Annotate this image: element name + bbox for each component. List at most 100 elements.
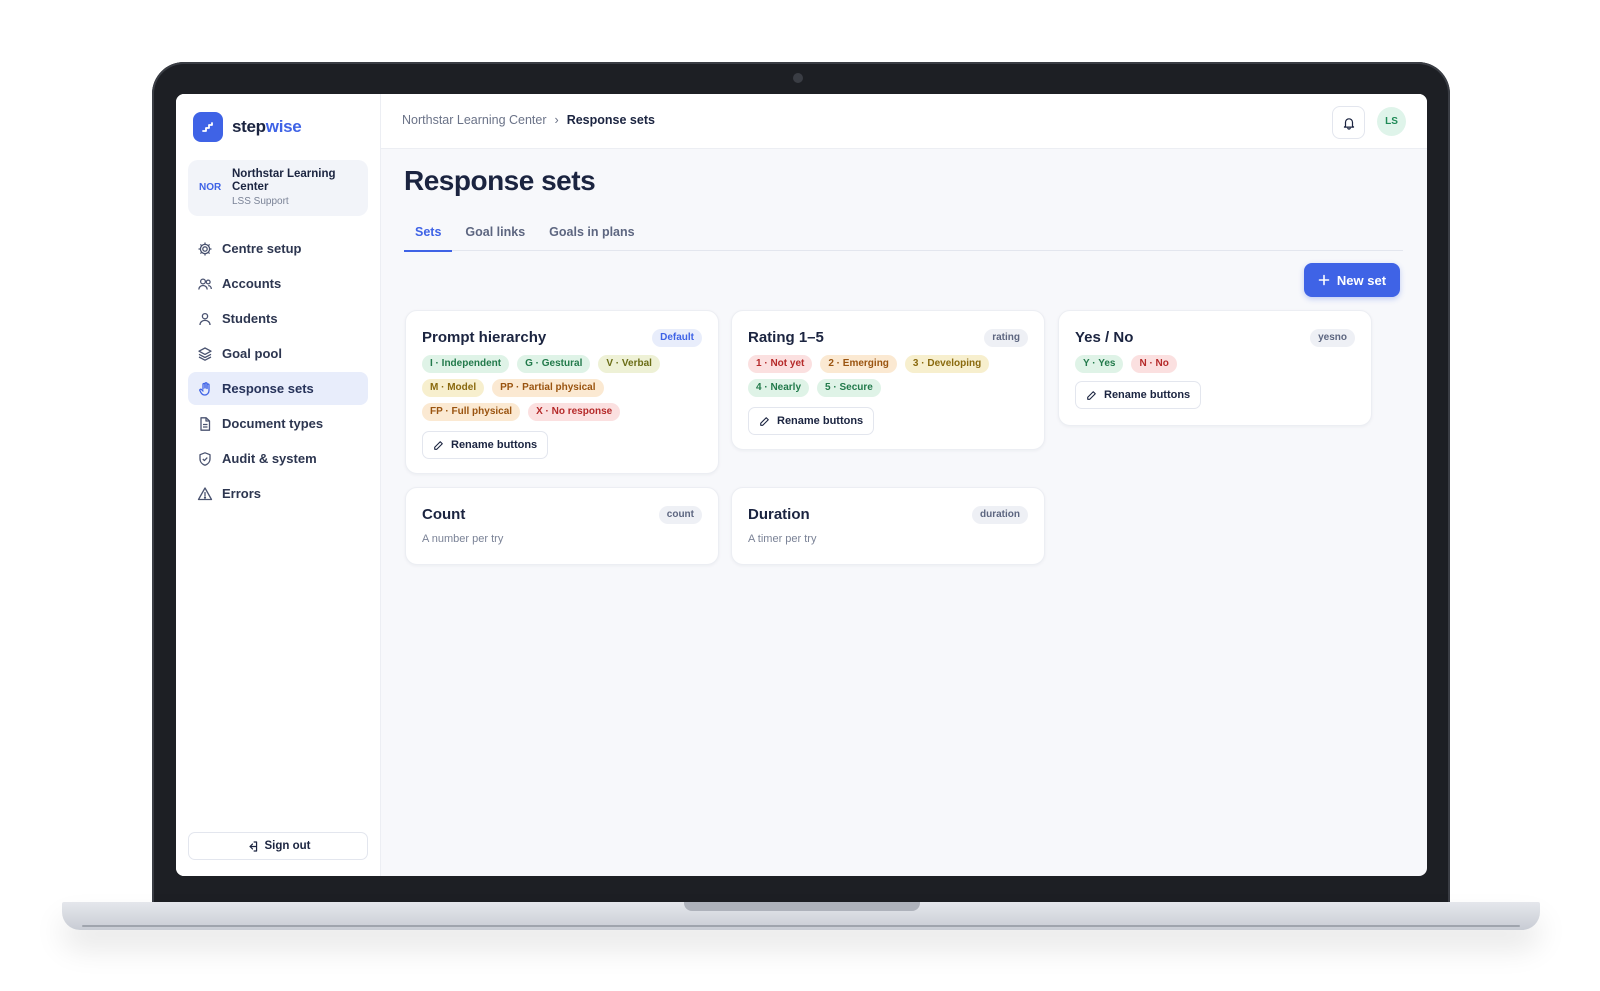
laptop-notch bbox=[684, 902, 920, 911]
rename-buttons-label: Rename buttons bbox=[777, 415, 864, 427]
sidebar-item-students[interactable]: Students bbox=[188, 302, 368, 335]
tab-goals-in-plans[interactable]: Goals in plans bbox=[538, 222, 645, 250]
sidebar-item-label: Document types bbox=[222, 416, 324, 431]
sidebar-item-response-sets[interactable]: Response sets bbox=[188, 372, 368, 405]
org-name: Northstar Learning Center bbox=[232, 168, 336, 193]
response-set-card-rating[interactable]: Rating 1–5 rating 1 · Not yet 2 · Emergi… bbox=[731, 310, 1045, 450]
card-title: Count bbox=[422, 506, 466, 523]
type-badge: yesno bbox=[1310, 329, 1355, 347]
chip-list: I · Independent G · Gestural V · Verbal … bbox=[422, 355, 704, 421]
sidebar-item-document-types[interactable]: Document types bbox=[188, 407, 368, 440]
document-icon bbox=[200, 416, 211, 431]
rename-buttons-label: Rename buttons bbox=[1104, 389, 1191, 401]
tab-sets[interactable]: Sets bbox=[404, 222, 453, 252]
rename-buttons-button[interactable]: Rename buttons bbox=[422, 431, 549, 459]
pencil-icon bbox=[760, 416, 769, 426]
response-set-card-duration[interactable]: Duration duration A timer per try bbox=[731, 487, 1045, 565]
breadcrumb-org-link[interactable]: Northstar Learning Center bbox=[402, 113, 547, 127]
sign-out-button[interactable]: Sign out bbox=[188, 832, 368, 860]
topbar: Northstar Learning Center › Response set… bbox=[381, 94, 1427, 149]
sign-out-icon bbox=[248, 840, 257, 852]
type-badge: duration bbox=[972, 506, 1028, 524]
hand-icon bbox=[199, 381, 210, 396]
org-abbr: NOR bbox=[199, 182, 222, 193]
pencil-icon bbox=[1087, 390, 1096, 400]
sidebar-item-audit-system[interactable]: Audit & system bbox=[188, 442, 368, 475]
org-role: LSS Support bbox=[232, 196, 289, 207]
chip: G · Gestural bbox=[517, 355, 591, 373]
card-description: A timer per try bbox=[748, 533, 817, 545]
sidebar-item-goal-pool[interactable]: Goal pool bbox=[188, 337, 368, 370]
response-set-card-yes-no[interactable]: Yes / No yesno Y · Yes N · No Rename but… bbox=[1058, 310, 1372, 426]
camera-dot bbox=[793, 73, 803, 83]
card-title: Duration bbox=[748, 506, 810, 523]
page-title: Response sets bbox=[404, 165, 596, 196]
sidebar-item-label: Audit & system bbox=[222, 451, 317, 466]
laptop-base bbox=[62, 902, 1540, 930]
rename-buttons-button[interactable]: Rename buttons bbox=[748, 407, 875, 435]
default-badge: Default bbox=[652, 329, 702, 347]
chip: I · Independent bbox=[422, 355, 510, 373]
sidebar-item-accounts[interactable]: Accounts bbox=[188, 267, 368, 300]
card-description: A number per try bbox=[422, 533, 504, 545]
chip: 3 · Developing bbox=[904, 355, 990, 373]
pencil-icon bbox=[434, 440, 443, 450]
new-set-label: New set bbox=[1336, 272, 1387, 288]
sidebar-item-errors[interactable]: Errors bbox=[188, 477, 368, 510]
rename-buttons-label: Rename buttons bbox=[451, 439, 538, 451]
type-badge: count bbox=[658, 506, 702, 524]
sidebar-item-label: Centre setup bbox=[222, 241, 302, 256]
user-icon bbox=[199, 312, 211, 325]
card-title: Rating 1–5 bbox=[748, 329, 824, 346]
org-switcher[interactable]: NOR Northstar Learning Center LSS Suppor… bbox=[188, 160, 368, 216]
avatar[interactable]: LS bbox=[1377, 107, 1406, 136]
brand-name: stepwise bbox=[232, 117, 302, 137]
sidebar-item-label: Response sets bbox=[222, 381, 314, 396]
sidebar-item-label: Accounts bbox=[222, 276, 282, 291]
response-set-card-count[interactable]: Count count A number per try bbox=[405, 487, 719, 565]
rename-buttons-button[interactable]: Rename buttons bbox=[1075, 381, 1202, 409]
users-icon bbox=[198, 277, 212, 290]
sidebar-item-label: Students bbox=[222, 311, 278, 326]
chip: 5 · Secure bbox=[817, 379, 881, 397]
tab-bar: Sets Goal links Goals in plans bbox=[404, 222, 1403, 252]
chip: V · Verbal bbox=[598, 355, 660, 373]
chip: PP · Partial physical bbox=[492, 379, 604, 397]
response-set-card-prompt-hierarchy[interactable]: Prompt hierarchy Default I · Independent… bbox=[405, 310, 719, 474]
brand-name-suffix: wise bbox=[265, 117, 302, 136]
chip: N · No bbox=[1131, 355, 1177, 373]
stairs-logo-icon bbox=[193, 112, 223, 142]
chip: X · No response bbox=[528, 403, 621, 421]
plus-icon bbox=[1318, 274, 1330, 286]
breadcrumb: Northstar Learning Center › Response set… bbox=[402, 113, 655, 127]
sign-out-label: Sign out bbox=[264, 840, 311, 852]
sidebar-item-label: Errors bbox=[222, 486, 262, 501]
brand[interactable]: stepwise bbox=[193, 112, 302, 142]
layers-icon bbox=[198, 346, 212, 361]
type-badge: rating bbox=[984, 329, 1028, 347]
chip-list: Y · Yes N · No bbox=[1075, 355, 1357, 373]
new-set-button[interactable]: New set bbox=[1304, 263, 1400, 297]
warning-icon bbox=[197, 486, 213, 500]
chip: 1 · Not yet bbox=[748, 355, 813, 373]
shield-icon bbox=[199, 451, 211, 466]
bell-icon bbox=[1343, 117, 1354, 130]
gear-icon bbox=[198, 242, 212, 255]
app-screen: stepwise NOR Northstar Learning Center L… bbox=[176, 94, 1427, 876]
tab-goal-links[interactable]: Goal links bbox=[454, 222, 536, 250]
chip: M · Model bbox=[422, 379, 485, 397]
card-title: Prompt hierarchy bbox=[422, 329, 547, 346]
brand-name-prefix: step bbox=[232, 117, 266, 136]
sidebar: stepwise NOR Northstar Learning Center L… bbox=[176, 94, 381, 876]
card-title: Yes / No bbox=[1075, 329, 1134, 346]
sidebar-item-centre-setup[interactable]: Centre setup bbox=[188, 232, 368, 265]
main-content: Response sets Sets Goal links Goals in p… bbox=[381, 148, 1427, 876]
chip-list: 1 · Not yet 2 · Emerging 3 · Developing … bbox=[748, 355, 1030, 397]
chip: 2 · Emerging bbox=[820, 355, 897, 373]
chip: FP · Full physical bbox=[422, 403, 521, 421]
breadcrumb-current: Response sets bbox=[566, 113, 655, 127]
notifications-button[interactable] bbox=[1332, 106, 1365, 139]
breadcrumb-separator: › bbox=[554, 113, 559, 127]
laptop-base-edge bbox=[82, 925, 1520, 927]
chip: 4 · Nearly bbox=[748, 379, 810, 397]
